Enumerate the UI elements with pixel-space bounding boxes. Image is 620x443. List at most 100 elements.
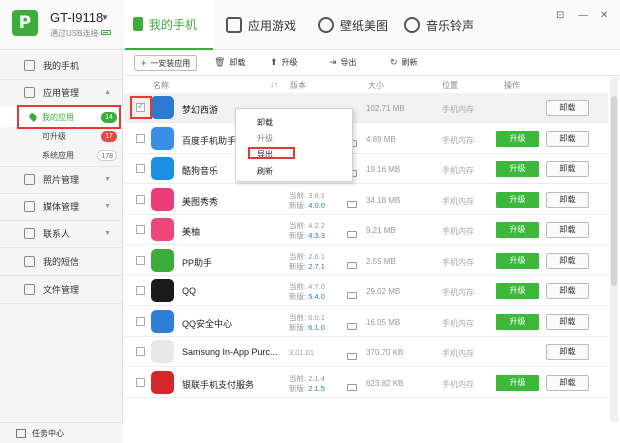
comment-icon[interactable] [347,292,357,299]
sidebar-item-files[interactable]: 文件管理 [0,276,123,302]
row-checkbox[interactable] [136,164,145,173]
count-badge: 178 [97,149,117,161]
table-header: 名称 ↓↑ 版本 大小 位置 操作 [124,77,620,93]
table-row[interactable]: PP助手 当前: 2.6.1 新版: 2.7.1 2.55 MB 手机内存 升级 卸载 [124,246,608,276]
column-header-version[interactable]: 版本 [290,80,306,91]
update-button[interactable]: 升级 [496,252,539,269]
uninstall-button[interactable]: 卸载 [546,313,589,330]
update-button[interactable]: 升级 [496,313,539,330]
column-header-location[interactable]: 位置 [442,80,458,91]
sidebar-item-system-apps[interactable]: 系统应用 178 [0,145,123,165]
chevron-down-icon[interactable]: ▼ [101,13,109,22]
version-value: 4.2.2 [308,221,325,230]
uninstall-button[interactable]: 卸载 [546,161,589,177]
tab-wallpapers[interactable]: 壁纸美图 [306,0,388,50]
row-checkbox[interactable] [136,286,145,295]
version-label: 当前: [289,190,307,200]
row-checkbox[interactable] [136,225,145,234]
app-location: 手机内存 [442,196,474,206]
tab-my-phone[interactable]: 我的手机 [125,0,213,50]
phone-icon [24,59,35,71]
row-checkbox[interactable] [136,316,145,326]
sidebar-item-media[interactable]: 媒体管理 ▼ [0,193,123,219]
trash-icon: 🗑 [214,57,226,67]
uninstall-button[interactable]: 卸载 [546,283,589,299]
sidebar-item-app-management[interactable]: 应用管理 ▲ [0,79,123,105]
plus-icon: + [141,58,147,68]
sort-icon[interactable]: ↓↑ [270,80,278,89]
task-center[interactable]: 任务中心 [0,422,123,443]
app-location: 手机内存 [442,318,474,328]
update-button[interactable]: 升级 [496,191,539,208]
tab-label: 壁纸美图 [340,18,389,33]
column-header-size[interactable]: 大小 [368,80,384,91]
row-checkbox[interactable] [136,194,145,204]
sidebar-item-my-phone[interactable]: 我的手机 [0,52,123,78]
close-button[interactable]: ✕ [600,10,608,21]
table-row[interactable]: QQ 当前: 4.7.0 新版: 5.4.0 29.02 MB 手机内存 升级 卸载 [124,276,608,306]
task-center-label: 任务中心 [32,428,64,438]
export-button[interactable]: ⇥ 导出 [329,57,357,68]
uninstall-button[interactable]: 卸载 [546,100,589,116]
sidebar-item-upgradable[interactable]: 可升级 17 [0,126,123,146]
table-row[interactable]: 酷狗音乐 19.16 MB 手机内存 升级 卸载 [124,154,608,184]
folder-icon [24,283,35,295]
app-icon [151,96,174,119]
update-button[interactable]: 升级 [496,222,539,238]
install-app-button[interactable]: + 一安装应用 [134,55,198,71]
version-label: 当前: [289,373,307,383]
row-checkbox[interactable] [136,133,145,143]
context-menu-uninstall[interactable]: 卸载 [257,117,273,128]
table-row[interactable]: 梦幻西游 102.71 MB 手机内存 卸载 [124,93,608,123]
table-row[interactable]: 银联手机支付服务 当前: 2.1.4 新版: 2.1.5 623.82 KB 手机内存 升… [124,368,608,398]
upgrade-button[interactable]: ⬆ 升级 [270,57,298,68]
version-label: 当前: [289,282,307,291]
uninstall-button[interactable]: 卸载 [546,130,589,147]
app-icon [151,309,174,333]
app-icon [151,218,174,241]
comment-icon[interactable] [347,322,357,330]
device-name[interactable]: GT-I9118 [50,10,103,25]
scrollbar-thumb[interactable] [611,96,617,286]
connection-status: 通过USB连接 [50,29,99,38]
uninstall-button[interactable]: 🗑 卸载 [214,57,245,68]
update-button[interactable]: 升级 [496,130,539,147]
table-row[interactable]: Samsung In-App Purc... 3.01.01 370.70 KB 手机… [124,337,608,367]
comment-icon[interactable] [347,200,357,208]
row-checkbox[interactable] [136,255,145,265]
table-row[interactable]: 百度手机助手 4.89 MB 手机内存 升级 卸载 [124,124,608,154]
comment-icon[interactable] [347,261,357,269]
uninstall-button[interactable]: 卸载 [546,222,589,238]
refresh-button[interactable]: ↻ 刷新 [390,57,418,68]
refresh-icon: ↻ [390,57,398,67]
skin-icon[interactable]: ⊡ [556,10,564,21]
uninstall-button[interactable]: 卸载 [546,374,589,391]
app-icon [151,248,174,272]
uninstall-button[interactable]: 卸载 [546,191,589,208]
table-row[interactable]: 美图秀秀 当前: 3.8.1 新版: 4.0.0 34.18 MB 手机内存 升级 卸载 [124,185,608,215]
update-button[interactable]: 升级 [496,374,539,391]
comment-icon[interactable] [347,353,357,360]
update-button[interactable]: 升级 [496,283,539,299]
tab-apps-games[interactable]: 应用游戏 [214,0,296,50]
context-menu-upgrade[interactable]: 升级 [257,133,273,144]
row-checkbox[interactable] [136,377,145,387]
toolbar: + 一安装应用 🗑 卸载 ⬆ 升级 ⇥ 导出 ↻ 刷新 [124,51,620,76]
minimize-button[interactable]: — [578,10,588,21]
tab-ringtones[interactable]: 音乐铃声 [394,0,474,50]
sidebar-item-sms[interactable]: 我的短信 [0,248,123,274]
comment-icon[interactable] [347,231,357,238]
sidebar-item-contacts[interactable]: 联系人 ▼ [0,220,123,246]
uninstall-button[interactable]: 卸载 [546,252,589,269]
uninstall-button[interactable]: 卸载 [546,344,589,360]
table-row[interactable]: QQ安全中心 当前: 6.0.1 新版: 6.1.0 16.05 MB 手机内存 升级 卸载 [124,307,608,337]
context-menu-refresh[interactable]: 刷新 [257,166,273,177]
update-button[interactable]: 升级 [496,161,539,177]
comment-icon[interactable] [347,383,357,391]
row-checkbox[interactable] [136,347,145,356]
sidebar-item-photos[interactable]: 照片管理 ▼ [0,166,123,192]
table-row[interactable]: 美柚 当前: 4.2.2 新版: 4.3.3 9.21 MB 手机内存 升级 卸载 [124,215,608,245]
column-header-name[interactable]: 名称 [153,80,169,91]
version-value: 2.6.1 [308,251,325,261]
new-version: 新版: 2.1.5 [289,383,325,394]
